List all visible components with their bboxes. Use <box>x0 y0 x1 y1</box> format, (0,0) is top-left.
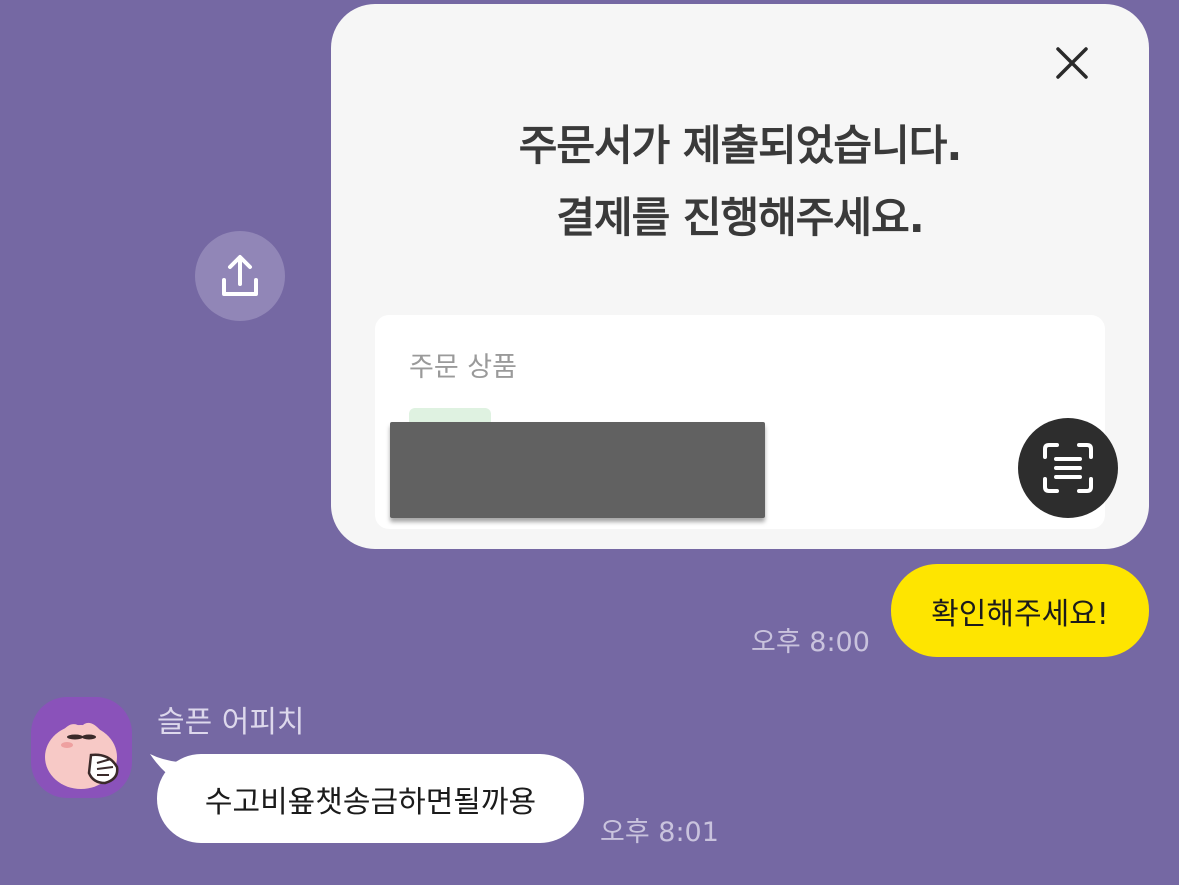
share-icon <box>222 255 258 296</box>
share-button[interactable] <box>195 231 285 321</box>
outgoing-timestamp: 오후 8:00 <box>751 627 870 658</box>
redaction-block <box>390 422 765 518</box>
title-line-2: 결제를 진행해주세요. <box>556 193 924 242</box>
sender-name: 슬픈 어피치 <box>157 705 305 740</box>
incoming-message-bubble[interactable]: 수고비욮챗송금하면될까용 <box>157 754 584 843</box>
apeach-avatar <box>45 722 119 789</box>
outgoing-message-bubble[interactable]: 확인해주세요! <box>891 564 1149 657</box>
scan-text-icon <box>1043 443 1093 493</box>
incoming-timestamp: 오후 8:01 <box>600 817 719 848</box>
sender-avatar[interactable] <box>31 697 132 798</box>
order-submitted-title: 주문서가 제출되었습니다. 결제를 진행해주세요. <box>331 110 1149 254</box>
close-icon[interactable] <box>1046 37 1098 89</box>
order-items-label: 주문 상품 <box>409 352 517 383</box>
title-line-1: 주문서가 제출되었습니다. <box>518 121 963 170</box>
scan-text-button[interactable] <box>1018 418 1118 518</box>
